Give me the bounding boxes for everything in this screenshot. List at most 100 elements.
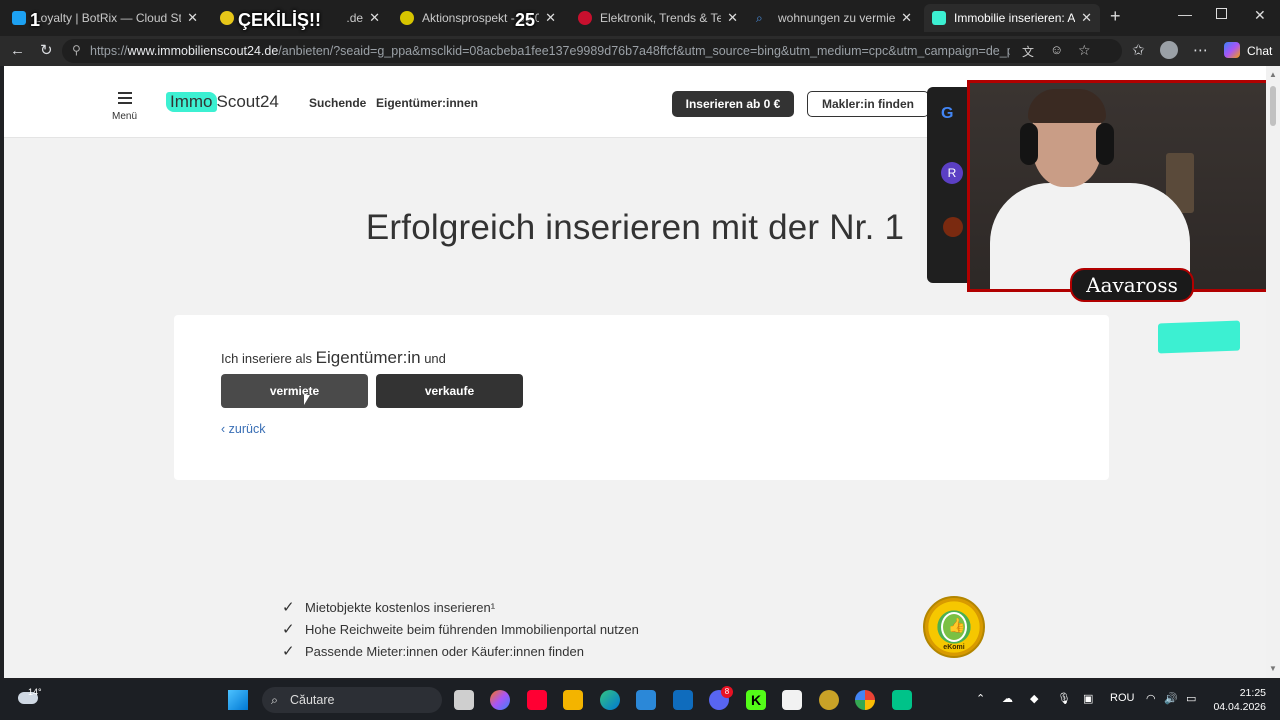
favorite-star-icon[interactable]: ☆ xyxy=(1078,42,1091,59)
reader-icon[interactable]: ☺ xyxy=(1050,42,1063,57)
back-link[interactable]: ‹ zurück xyxy=(221,422,265,436)
windows-start-icon[interactable] xyxy=(228,690,248,710)
webcam-person-hair xyxy=(1028,89,1106,123)
close-tab-icon[interactable]: ✕ xyxy=(369,10,380,26)
browser-tab[interactable]: ⌕ wohnungen zu vermieten - S ✕ xyxy=(748,4,920,32)
edge-icon[interactable] xyxy=(600,690,620,710)
logo-part-scout24: Scout24 xyxy=(216,92,279,111)
clock-time: 21:25 xyxy=(1239,687,1266,699)
outlook-icon[interactable] xyxy=(673,690,693,710)
search-icon: ⌕ xyxy=(271,693,279,707)
cyan-highlight-mark xyxy=(1158,320,1240,354)
browser-tab[interactable]: Elektronik, Trends & Technik ✕ xyxy=(570,4,746,32)
stream-overlay-giveaway: ÇEKİLİŞ!! xyxy=(238,10,321,30)
nav-link-seekers[interactable]: Suchende xyxy=(309,96,366,110)
nav-link-owners[interactable]: Eigentümer:innen xyxy=(376,96,478,110)
close-tab-icon[interactable]: ✕ xyxy=(727,10,738,26)
headset-icon xyxy=(1096,123,1114,165)
youtube-icon[interactable] xyxy=(527,690,547,710)
site-info-icon[interactable]: ⚲ xyxy=(72,43,81,57)
address-bar[interactable]: ⚲ https://www.immobilienscout24.de/anbie… xyxy=(62,39,1122,63)
tab-favicon-icon xyxy=(932,11,946,25)
google-icon[interactable]: G xyxy=(941,105,953,123)
browser-tab[interactable]: Aktionsprospekt - 30.0 ✕ xyxy=(392,4,564,32)
app-icon[interactable] xyxy=(782,690,802,710)
sell-button[interactable]: verkaufe xyxy=(376,374,523,408)
close-tab-icon[interactable]: ✕ xyxy=(1081,10,1092,26)
tab-title: Immobilie inserieren: Anzeig xyxy=(954,11,1076,25)
tab-favicon-icon xyxy=(578,11,592,25)
cloud-icon[interactable]: ☁ xyxy=(1002,692,1013,705)
insert-listing-button[interactable]: Inserieren ab 0 € xyxy=(672,91,794,117)
app-icon[interactable] xyxy=(943,217,963,237)
list-item: ✓ Passende Mieter:innen oder Käufer:innen… xyxy=(282,640,639,662)
ekomi-seal: 👍 eKomi xyxy=(923,596,985,658)
clock-date: 04.04.2026 xyxy=(1213,701,1266,713)
copilot-icon[interactable] xyxy=(490,690,510,710)
list-item: ✓ Mietobjekte kostenlos inserieren¹ xyxy=(282,596,639,618)
file-explorer-icon[interactable] xyxy=(563,690,583,710)
reload-icon[interactable]: ↻ xyxy=(40,42,53,60)
headset-icon xyxy=(1020,123,1038,165)
volume-icon[interactable]: 🔊 xyxy=(1164,692,1178,705)
task-view-icon[interactable] xyxy=(454,690,474,710)
check-icon: ✓ xyxy=(282,643,295,660)
back-arrow-icon[interactable]: ← xyxy=(10,42,25,60)
language-indicator[interactable]: ROU xyxy=(1110,692,1134,704)
ekomi-label: eKomi xyxy=(943,644,965,651)
profile-avatar[interactable] xyxy=(1160,41,1178,59)
find-agent-button[interactable]: Makler:in finden xyxy=(807,91,929,117)
battery-icon[interactable]: ▭ xyxy=(1186,692,1196,705)
thumbs-up-icon: 👍 xyxy=(948,617,966,633)
check-icon: ✓ xyxy=(282,621,295,638)
scroll-down-icon[interactable]: ▼ xyxy=(1269,664,1277,673)
close-window-icon[interactable]: ✕ xyxy=(1254,7,1266,24)
chrome-icon[interactable] xyxy=(855,690,875,710)
close-tab-icon[interactable]: ✕ xyxy=(187,10,198,26)
rent-button[interactable]: vermiete xyxy=(221,374,368,408)
page-scrollbar[interactable]: ▲ ▼ xyxy=(1266,66,1280,678)
url-text: https://www.immobilienscout24.de/anbiete… xyxy=(90,44,1010,58)
streaming-app-icon[interactable] xyxy=(892,690,912,710)
benefit-text: Mietobjekte kostenlos inserieren¹ xyxy=(305,599,496,615)
immoscout24-logo[interactable]: Immo Scout24 xyxy=(166,90,279,114)
tab-title: Loyalty | BotRix — Cloud Stre xyxy=(34,11,182,25)
listing-type-card: Ich inseriere als Eigentümer:in und verm… xyxy=(174,315,1109,480)
notification-icon[interactable]: ▣ xyxy=(1083,692,1093,705)
close-tab-icon[interactable]: ✕ xyxy=(545,10,556,26)
streamer-nameplate: Aavaross xyxy=(1070,268,1194,302)
store-icon[interactable] xyxy=(636,690,656,710)
lead-text: Ich inseriere als Eigentümer:in und xyxy=(221,348,446,368)
wifi-icon[interactable]: ◠ xyxy=(1146,692,1156,705)
new-tab-icon[interactable]: + xyxy=(1110,6,1121,27)
microphone-icon[interactable]: 🎙 xyxy=(1057,692,1071,705)
dropbox-icon[interactable]: ◆ xyxy=(1030,692,1038,705)
scrollbar-thumb[interactable] xyxy=(1270,86,1276,126)
chat-button[interactable]: Chat xyxy=(1247,44,1272,58)
benefit-text: Hohe Reichweite beim führenden Immobilie… xyxy=(305,621,639,637)
hamburger-menu-icon[interactable] xyxy=(118,92,132,107)
menu-label[interactable]: Menü xyxy=(112,111,137,122)
tab-favicon-icon xyxy=(400,11,414,25)
stream-overlay-number: 25 xyxy=(515,10,536,30)
notification-badge: 8 xyxy=(721,686,733,698)
profile-r-icon[interactable]: R xyxy=(941,162,963,184)
browser-side-rail: G R xyxy=(927,87,971,283)
browser-tab-active[interactable]: Immobilie inserieren: Anzeig ✕ xyxy=(924,4,1100,32)
system-clock[interactable]: 21:25 04.04.2026 xyxy=(1212,686,1266,714)
lead-suffix: und xyxy=(424,351,446,366)
minimize-icon[interactable]: — xyxy=(1178,6,1192,22)
tab-title: wohnungen zu vermieten - S xyxy=(778,11,896,25)
copilot-icon[interactable] xyxy=(1224,42,1240,58)
scroll-up-icon[interactable]: ▲ xyxy=(1269,70,1277,79)
taskbar-search[interactable]: ⌕ Căutare xyxy=(262,687,442,713)
chevron-up-icon[interactable]: ⌃ xyxy=(976,692,985,705)
more-menu-icon[interactable]: ⋯ xyxy=(1193,42,1208,60)
favorites-icon[interactable]: ✩ xyxy=(1132,42,1145,60)
kick-icon[interactable]: K xyxy=(746,690,766,710)
browser-toolbar: ← ↻ ⚲ https://www.immobilienscout24.de/a… xyxy=(0,36,1280,66)
translate-icon[interactable]: 文 xyxy=(1022,43,1034,60)
maximize-icon[interactable] xyxy=(1216,8,1227,19)
app-icon[interactable] xyxy=(819,690,839,710)
close-tab-icon[interactable]: ✕ xyxy=(901,10,912,26)
